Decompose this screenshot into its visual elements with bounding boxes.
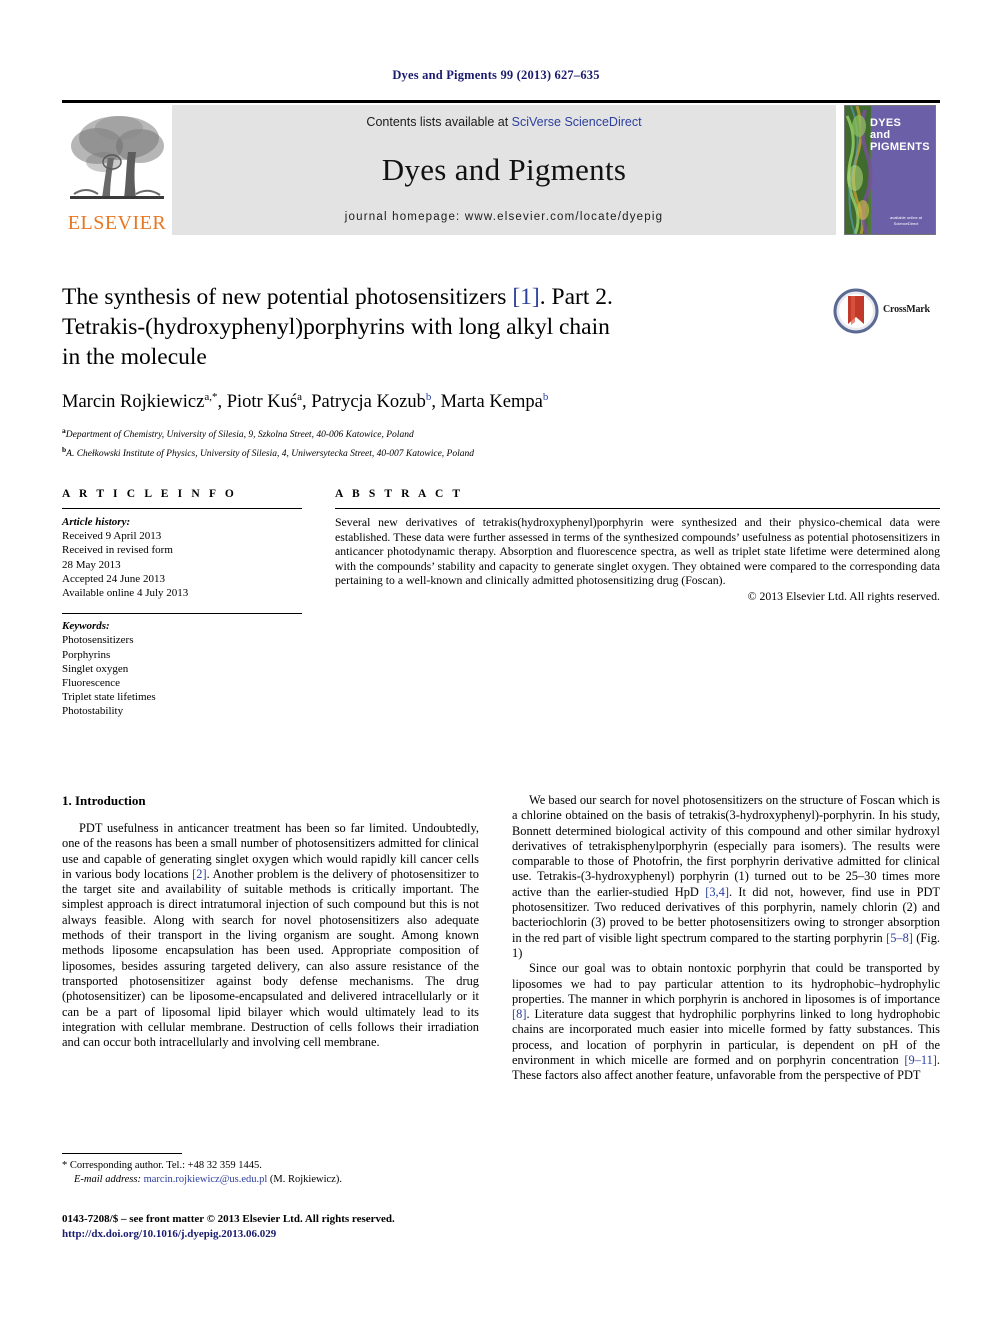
author-item: Marta Kempab [440, 391, 549, 413]
title-block: The synthesis of new potential photosens… [62, 282, 822, 372]
paragraph-text-part: . Literature data suggest that hydrophil… [512, 1007, 940, 1068]
article-history-item: Available online 4 July 2013 [62, 587, 189, 600]
article-history-item: Received 9 April 2013 [62, 530, 162, 543]
running-head: Dyes and Pigments 99 (2013) 627–635 [392, 68, 600, 82]
citation-link[interactable]: [2] [192, 867, 206, 881]
keyword-item: Photosensitizers [62, 634, 134, 647]
keyword-item: Singlet oxygen [62, 662, 129, 675]
page-title: The synthesis of new potential photosens… [62, 282, 822, 372]
contents-prefix: Contents lists available at [366, 115, 512, 129]
keywords-label: Keywords: [62, 620, 110, 633]
corresponding-author-note: * Corresponding author. Tel.: +48 32 359… [62, 1160, 262, 1171]
keyword-item: Porphyrins [62, 648, 111, 661]
elsevier-wordmark: ELSEVIER [67, 212, 167, 234]
issn-copyright-block: 0143-7208/$ – see front matter © 2013 El… [62, 1212, 492, 1242]
body-paragraph: PDT usefulness in anticancer treatment h… [62, 821, 479, 1050]
body-column-left: 1. Introduction PDT usefulness in antica… [62, 793, 479, 1050]
elsevier-tree-icon [70, 116, 164, 199]
email-link[interactable]: marcin.rojkiewicz@us.edu.pl [144, 1174, 268, 1185]
author-affil-marker[interactable]: a,* [204, 391, 217, 403]
body-paragraph: Since our goal was to obtain nontoxic po… [512, 961, 940, 1083]
affiliation-text: A. Chełkowski Institute of Physics, Univ… [66, 448, 474, 459]
abstract-body: Several new derivatives of tetrakis(hydr… [335, 515, 940, 588]
keywords-rule [62, 613, 302, 615]
article-history-item: 28 May 2013 [62, 558, 121, 571]
elsevier-logo: ELSEVIER [62, 105, 172, 235]
title-part-3: Tetrakis-(hydroxyphenyl)porphyrins with … [62, 314, 610, 340]
paragraph-text-part: . Another problem is the delivery of pho… [62, 866, 479, 1050]
masthead-top-rule [62, 100, 940, 103]
email-label: E-mail address: [74, 1174, 141, 1185]
title-part-1: The synthesis of new potential photosens… [62, 284, 513, 310]
author-affil-marker[interactable]: a [297, 391, 302, 403]
author-name: Patrycja Kozub [311, 392, 426, 413]
author-item: Marcin Rojkiewicza,* [62, 391, 217, 413]
cover-journal-title: DYES and PIGMENTS [870, 117, 930, 153]
abstract-copyright: © 2013 Elsevier Ltd. All rights reserved… [747, 588, 940, 603]
email-note: E-mail address: marcin.rojkiewicz@us.edu… [62, 1173, 479, 1187]
article-history-item: Accepted 24 June 2013 [62, 572, 165, 585]
keyword-item: Photostability [62, 705, 124, 718]
affiliation-item: bA. Chełkowski Institute of Physics, Uni… [62, 443, 862, 462]
body-paragraph: We based our search for novel photosensi… [512, 793, 940, 961]
abstract-heading: A B S T R A C T [335, 488, 464, 500]
title-part-4: in the molecule [62, 344, 207, 370]
title-part-2: . Part 2. [539, 284, 613, 310]
doi-link[interactable]: http://dx.doi.org/10.1016/j.dyepig.2013.… [62, 1227, 492, 1242]
article-info-column: A R T I C L E I N F O Article history: R… [62, 488, 302, 719]
paper-page: Dyes and Pigments 99 (2013) 627–635 ELSE… [0, 0, 992, 1323]
author-name: Piotr Kuś [226, 392, 298, 413]
keyword-item: Triplet state lifetimes [62, 691, 156, 704]
cover-title-line-3: PIGMENTS [870, 141, 930, 153]
citation-link[interactable]: [5–8] [886, 931, 913, 945]
title-reference-link[interactable]: [1] [512, 284, 539, 310]
affiliation-text: Department of Chemistry, University of S… [65, 430, 414, 441]
paragraph-text-part: We based our search for novel photosensi… [512, 793, 940, 899]
footnote-block: * Corresponding author. Tel.: +48 32 359… [62, 1153, 479, 1187]
journal-title: Dyes and Pigments [381, 152, 627, 187]
masthead-center: Contents lists available at SciVerse Sci… [172, 105, 836, 235]
section-heading-introduction: 1. Introduction [62, 793, 146, 808]
author-affil-marker[interactable]: b [426, 391, 432, 403]
journal-cover-thumbnail: DYES and PIGMENTS available online at Sc… [844, 105, 940, 235]
affiliation-list: aDepartment of Chemistry, University of … [62, 424, 862, 461]
author-item: Piotr Kuśa [226, 391, 302, 413]
keyword-item: Fluorescence [62, 677, 121, 690]
citation-link[interactable]: [3,4] [705, 885, 729, 899]
cover-title-line-2: and [870, 129, 891, 141]
affiliation-item: aDepartment of Chemistry, University of … [62, 424, 862, 443]
keywords-block: Keywords: Photosensitizers Porphyrins Si… [62, 619, 302, 718]
article-history-block: Article history: Received 9 April 2013 R… [62, 515, 302, 600]
cover-title-line-1: DYES [870, 117, 902, 129]
crossmark-icon [833, 288, 879, 334]
author-name: Marta Kempa [440, 392, 543, 413]
email-owner: (M. Rojkiewicz). [267, 1174, 342, 1185]
paragraph-text-part: Since our goal was to obtain nontoxic po… [512, 961, 940, 1006]
crossmark-label: CrossMark [883, 304, 930, 315]
article-history-item: Received in revised form [62, 544, 173, 557]
author-name: Marcin Rojkiewicz [62, 392, 205, 413]
crossmark-badge[interactable]: CrossMark [833, 288, 938, 336]
article-info-heading: A R T I C L E I N F O [62, 488, 237, 500]
citation-link[interactable]: [8] [512, 1007, 526, 1021]
contents-available-line: Contents lists available at SciVerse Sci… [366, 115, 641, 129]
abstract-rule [335, 508, 940, 509]
journal-masthead: ELSEVIER Contents lists available at Sci… [62, 100, 940, 238]
issn-line: 0143-7208/$ – see front matter © 2013 El… [62, 1213, 395, 1225]
article-info-rule [62, 508, 302, 509]
footnote-rule [62, 1153, 182, 1154]
citation-link[interactable]: [9–11] [904, 1053, 937, 1067]
author-affil-marker[interactable]: b [543, 391, 549, 403]
cover-footer-text: available online at ScienceDirect [889, 215, 923, 226]
author-item: Patrycja Kozubb [311, 391, 432, 413]
journal-homepage-line[interactable]: journal homepage: www.elsevier.com/locat… [345, 211, 663, 223]
body-column-right: We based our search for novel photosensi… [512, 793, 940, 1084]
abstract-column: A B S T R A C T Several new derivatives … [335, 488, 940, 604]
sciencedirect-link[interactable]: SciVerse ScienceDirect [512, 115, 642, 129]
article-history-label: Article history: [62, 516, 131, 528]
author-list: Marcin Rojkiewicza,*, Piotr Kuśa, Patryc… [62, 391, 549, 413]
